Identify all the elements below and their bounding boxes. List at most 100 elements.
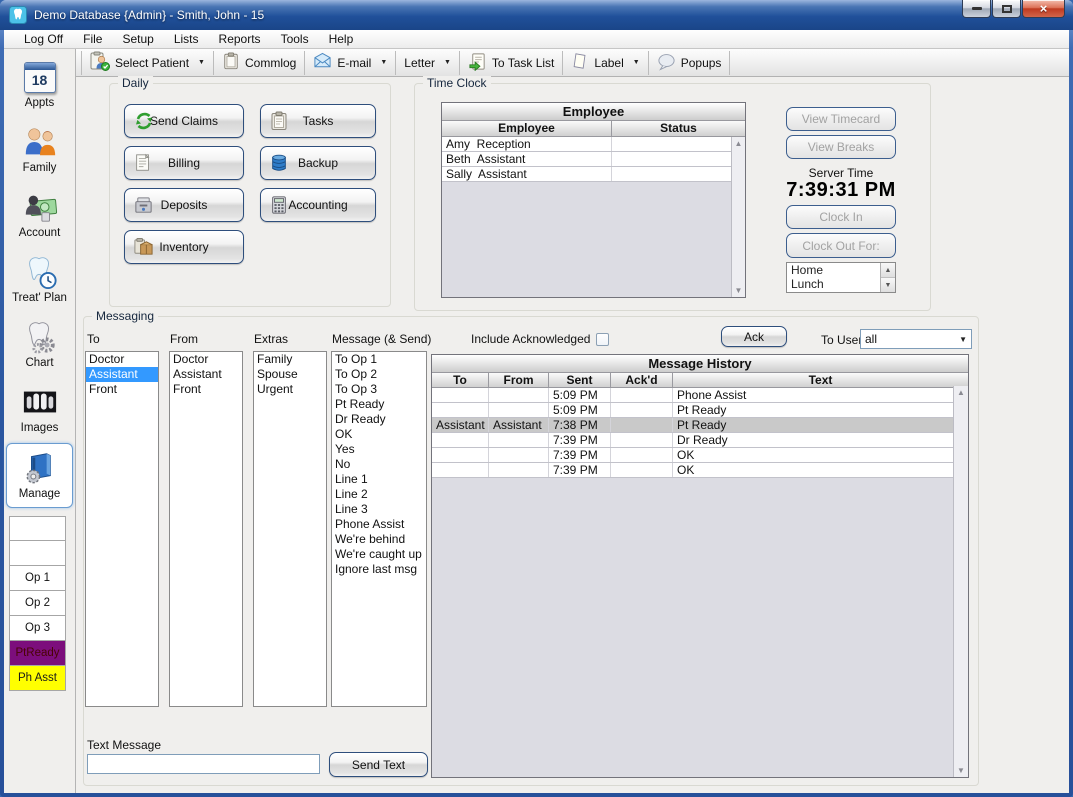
list-item[interactable]: Doctor [86, 352, 158, 367]
quick-cell-op1[interactable]: Op 1 [9, 566, 66, 591]
quick-cell-phasst[interactable]: Ph Asst [9, 666, 66, 691]
toolbar-email[interactable]: E-mail ▼ [305, 51, 395, 75]
backup-button[interactable]: Backup [260, 146, 376, 180]
sidebar-module-family[interactable]: Family [4, 118, 75, 183]
scroll-down-button[interactable]: ▼ [881, 278, 895, 292]
list-item-selected[interactable]: Assistant [86, 367, 158, 382]
sidebar-module-appts[interactable]: 18 Appts [4, 53, 75, 118]
list-item[interactable]: Spouse [254, 367, 326, 382]
list-item[interactable]: Yes [332, 442, 426, 457]
quick-cell-ptready[interactable]: PtReady [9, 641, 66, 666]
quick-cell-op2[interactable]: Op 2 [9, 591, 66, 616]
message-history-row[interactable]: 7:39 PM OK [432, 463, 953, 478]
clock-out-listbox[interactable]: Home Lunch ▲ ▼ [786, 262, 896, 293]
list-item[interactable]: We're caught up [332, 547, 426, 562]
message-history-row-selected[interactable]: Assistant Assistant 7:38 PM Pt Ready [432, 418, 953, 433]
clock-out-option-home[interactable]: Home [787, 263, 895, 277]
clock-in-button[interactable]: Clock In [786, 205, 896, 229]
scroll-down-icon[interactable]: ▼ [954, 766, 968, 775]
quick-cell-empty[interactable] [9, 541, 66, 566]
deposits-button[interactable]: Deposits [124, 188, 244, 222]
menu-setup[interactable]: Setup [112, 31, 163, 47]
tasks-button[interactable]: Tasks [260, 104, 376, 138]
message-history-row[interactable]: 5:09 PM Phone Assist [432, 388, 953, 403]
accounting-button[interactable]: Accounting [260, 188, 376, 222]
list-item[interactable]: OK [332, 427, 426, 442]
scroll-up-icon[interactable]: ▲ [954, 388, 968, 397]
list-item[interactable]: Family [254, 352, 326, 367]
dropdown-arrow-icon[interactable]: ▼ [198, 59, 205, 66]
message-history-row[interactable]: 7:39 PM OK [432, 448, 953, 463]
toolbar-label[interactable]: Label ▼ [563, 51, 647, 75]
employee-row[interactable]: Sally Assistant [442, 167, 731, 182]
scroll-up-button[interactable]: ▲ [881, 263, 895, 278]
inventory-button[interactable]: Inventory [124, 230, 244, 264]
menu-reports[interactable]: Reports [209, 31, 271, 47]
sidebar-module-treat-plan[interactable]: Treat' Plan [4, 248, 75, 313]
to-listbox[interactable]: Doctor Assistant Front [85, 351, 159, 707]
view-breaks-button[interactable]: View Breaks [786, 135, 896, 159]
sidebar-module-account[interactable]: Account [4, 183, 75, 248]
view-timecard-button[interactable]: View Timecard [786, 107, 896, 131]
list-item[interactable]: Dr Ready [332, 412, 426, 427]
menu-log-off[interactable]: Log Off [14, 31, 73, 47]
list-item[interactable]: Urgent [254, 382, 326, 397]
list-item[interactable]: Phone Assist [332, 517, 426, 532]
sidebar-module-chart[interactable]: Chart [4, 313, 75, 378]
text-message-input[interactable] [87, 754, 320, 774]
column-header-ackd: Ack'd [611, 373, 673, 387]
list-item[interactable]: Pt Ready [332, 397, 426, 412]
clock-out-for-button[interactable]: Clock Out For: [786, 233, 896, 258]
list-item[interactable]: Assistant [170, 367, 242, 382]
list-item[interactable]: To Op 3 [332, 382, 426, 397]
dropdown-arrow-icon[interactable]: ▼ [444, 59, 451, 66]
message-history-scrollbar[interactable]: ▲ ▼ [953, 386, 968, 777]
dropdown-arrow-icon[interactable]: ▼ [633, 59, 640, 66]
menu-file[interactable]: File [73, 31, 112, 47]
close-button[interactable]: × [1022, 0, 1065, 18]
clock-out-option-lunch[interactable]: Lunch [787, 277, 895, 291]
include-acknowledged-checkbox[interactable] [596, 333, 609, 346]
billing-button[interactable]: Billing [124, 146, 244, 180]
toolbar-popups[interactable]: Popups [649, 51, 730, 75]
from-listbox[interactable]: Doctor Assistant Front [169, 351, 243, 707]
menu-help[interactable]: Help [319, 31, 364, 47]
send-text-button[interactable]: Send Text [329, 752, 428, 777]
toolbar-to-task-list[interactable]: To Task List [460, 51, 562, 75]
list-item[interactable]: Doctor [170, 352, 242, 367]
list-item[interactable]: We're behind [332, 532, 426, 547]
extras-listbox[interactable]: Family Spouse Urgent [253, 351, 327, 707]
list-item[interactable]: Line 1 [332, 472, 426, 487]
list-item[interactable]: Line 3 [332, 502, 426, 517]
list-item[interactable]: To Op 2 [332, 367, 426, 382]
toolbar-select-patient[interactable]: Select Patient ▼ [82, 51, 213, 75]
employee-table-scrollbar[interactable]: ▲ ▼ [731, 137, 745, 297]
message-history-row[interactable]: 5:09 PM Pt Ready [432, 403, 953, 418]
quick-cell-op3[interactable]: Op 3 [9, 616, 66, 641]
sidebar-module-manage[interactable]: Manage [6, 443, 73, 508]
message-send-listbox[interactable]: To Op 1 To Op 2 To Op 3 Pt Ready Dr Read… [331, 351, 427, 707]
to-user-dropdown[interactable]: all ▼ [860, 329, 972, 349]
quick-cell-empty[interactable] [9, 516, 66, 541]
toolbar-commlog[interactable]: Commlog [214, 51, 304, 75]
list-item[interactable]: Ignore last msg [332, 562, 426, 577]
employee-row[interactable]: Amy Reception [442, 137, 731, 152]
scroll-up-icon[interactable]: ▲ [732, 139, 745, 148]
dropdown-arrow-icon[interactable]: ▼ [380, 59, 387, 66]
send-claims-button[interactable]: Send Claims [124, 104, 244, 138]
list-item[interactable]: Front [170, 382, 242, 397]
menu-lists[interactable]: Lists [164, 31, 209, 47]
maximize-button[interactable] [992, 0, 1021, 18]
list-item[interactable]: No [332, 457, 426, 472]
ack-button[interactable]: Ack [721, 326, 787, 347]
scroll-down-icon[interactable]: ▼ [732, 286, 745, 295]
employee-row[interactable]: Beth Assistant [442, 152, 731, 167]
list-item[interactable]: To Op 1 [332, 352, 426, 367]
message-history-row[interactable]: 7:39 PM Dr Ready [432, 433, 953, 448]
sidebar-module-images[interactable]: Images [4, 378, 75, 443]
list-item[interactable]: Line 2 [332, 487, 426, 502]
menu-tools[interactable]: Tools [271, 31, 319, 47]
list-item[interactable]: Front [86, 382, 158, 397]
toolbar-letter[interactable]: Letter ▼ [396, 51, 459, 75]
minimize-button[interactable] [962, 0, 991, 18]
